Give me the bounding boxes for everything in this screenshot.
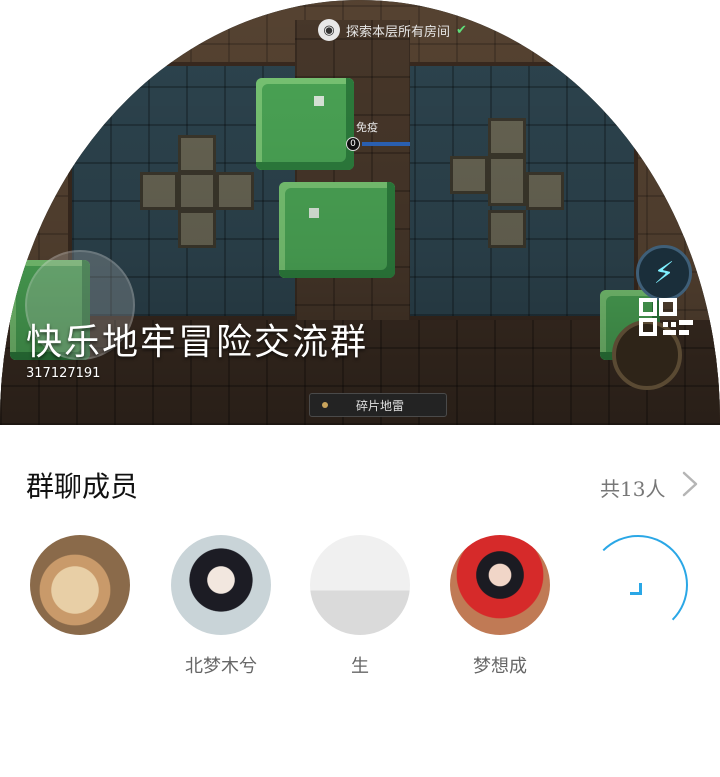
chevron-right-icon[interactable] bbox=[678, 470, 702, 498]
avatar[interactable] bbox=[171, 535, 271, 635]
avatar[interactable] bbox=[450, 535, 550, 635]
member-name: 生 bbox=[351, 656, 369, 677]
weapon-dot-icon bbox=[322, 402, 328, 408]
member-item[interactable] bbox=[30, 535, 130, 685]
member-item[interactable] bbox=[588, 535, 688, 685]
lightning-icon: ⚡ bbox=[636, 245, 692, 301]
group-id: 317127191 bbox=[26, 366, 101, 381]
loading-avatar[interactable] bbox=[588, 535, 688, 635]
weapon-label: 碎片地雷 bbox=[356, 398, 405, 413]
bell-icon: ◉ bbox=[318, 19, 340, 41]
avatar[interactable] bbox=[310, 535, 410, 635]
avatar[interactable] bbox=[30, 535, 130, 635]
immunity-counter: 0 bbox=[346, 137, 360, 151]
member-item[interactable]: 生 bbox=[310, 535, 410, 685]
group-header-banner: ◉ 探索本层所有房间 ✔ 免疫 0 ⚡ 快乐地牢冒险交流群 317127191 … bbox=[0, 0, 720, 425]
quest-hint: ◉ 探索本层所有房间 ✔ bbox=[318, 18, 467, 42]
qr-code-icon bbox=[639, 298, 693, 336]
member-name: 北梦木兮 bbox=[185, 656, 257, 677]
immunity-label: 免疫 bbox=[356, 121, 378, 134]
group-members-header[interactable]: 群聊成员 共13人 bbox=[0, 465, 720, 505]
check-icon: ✔ bbox=[456, 22, 467, 38]
members-list: 北梦木兮 生 梦想成 bbox=[0, 535, 720, 695]
group-name: 快乐地牢冒险交流群 bbox=[26, 322, 369, 363]
members-title: 群聊成员 bbox=[26, 470, 139, 503]
members-count[interactable]: 共13人 bbox=[600, 473, 665, 502]
quest-hint-text: 探索本层所有房间 bbox=[346, 24, 451, 40]
qr-code-button[interactable] bbox=[637, 297, 697, 339]
member-item[interactable]: 北梦木兮 bbox=[171, 535, 271, 685]
immunity-bar bbox=[362, 142, 410, 146]
member-item[interactable]: 梦想成 bbox=[450, 535, 550, 685]
loading-icon bbox=[630, 583, 642, 595]
member-name: 梦想成 bbox=[473, 656, 527, 677]
weapon-indicator: 碎片地雷 bbox=[309, 393, 447, 417]
